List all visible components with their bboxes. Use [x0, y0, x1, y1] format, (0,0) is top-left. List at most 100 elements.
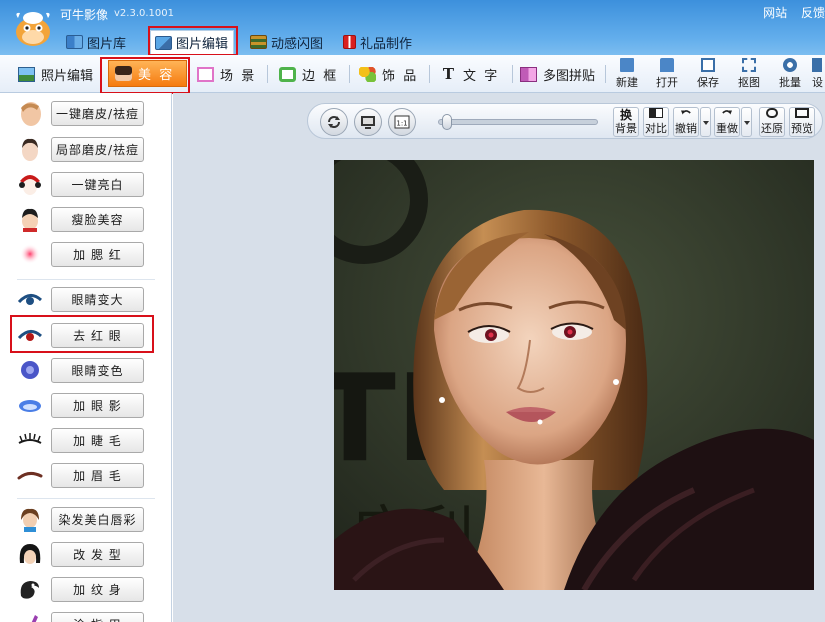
skin-smooth-button[interactable]: 一键磨皮/祛痘 [51, 101, 144, 126]
settings-button[interactable]: 设 [812, 58, 825, 90]
red-eye-icon [17, 330, 43, 341]
tool-row-tattoo: 加 纹 身 [0, 574, 171, 604]
rotate-button[interactable] [320, 108, 348, 136]
tool-row-nail: 涂 指 甲 [0, 609, 171, 622]
subtab-scene[interactable]: 场 景 [197, 63, 254, 85]
eyebrow-button[interactable]: 加 眉 毛 [51, 463, 144, 488]
settings-icon [812, 58, 822, 72]
open-folder-icon [660, 58, 674, 72]
spot-smooth-button[interactable]: 局部磨皮/祛痘 [51, 137, 144, 162]
face-icon [115, 66, 132, 81]
collage-icon [520, 66, 537, 82]
cow-logo-icon [16, 12, 50, 46]
gift-icon [343, 35, 356, 49]
undo-button[interactable]: 撤销 [673, 107, 699, 137]
app-version: v2.3.0.1001 [114, 8, 174, 19]
subtab-photo-edit[interactable]: 照片编辑 [18, 63, 93, 85]
photo-icon [18, 66, 35, 82]
whiten-icon [19, 175, 41, 195]
canvas-area: 1:1 换 背景 对比 撤销 重做 还原 预览 [173, 93, 825, 622]
eye-color-icon [21, 361, 39, 379]
hairstyle-icon [19, 544, 41, 564]
restore-icon [766, 108, 778, 118]
skin-smooth-icon [21, 102, 41, 126]
tool-row-eyebrow: 加 眉 毛 [0, 460, 171, 490]
enlarge-eye-button[interactable]: 眼睛变大 [51, 287, 144, 312]
blush-button[interactable]: 加 腮 红 [51, 242, 144, 267]
subtab-text[interactable]: T 文 字 [440, 63, 497, 85]
redo-dropdown-arrow[interactable] [741, 107, 752, 137]
tool-row-hair-dye: 染发美白唇彩 [0, 504, 171, 534]
rotate-icon [328, 116, 340, 128]
one-to-one-label: 1:1 [396, 120, 407, 128]
tool-row-slim-face: 瘦脸美容 [0, 204, 171, 234]
frame-icon [279, 66, 296, 82]
tool-row-red-eye: 去 红 眼 [0, 320, 171, 350]
top-links: 网站 反馈 [753, 4, 825, 21]
hair-dye-button[interactable]: 染发美白唇彩 [51, 507, 144, 532]
subtab-ornament[interactable]: 饰 品 [359, 63, 416, 85]
eye-shadow-button[interactable]: 加 眼 影 [51, 393, 144, 418]
undo-icon [681, 110, 691, 115]
tool-row-eye-color: 眼睛变色 [0, 355, 171, 385]
restore-button[interactable]: 还原 [759, 107, 785, 137]
hairstyle-button[interactable]: 改 发 型 [51, 542, 144, 567]
whiten-button[interactable]: 一键亮白 [51, 172, 144, 197]
eye-color-button[interactable]: 眼睛变色 [51, 358, 144, 383]
batch-gear-icon [783, 58, 797, 72]
compare-icon [649, 108, 663, 118]
tab-animated-gif[interactable]: 动感闪图 [250, 30, 323, 54]
zoom-slider[interactable] [438, 114, 598, 130]
tattoo-button[interactable]: 加 纹 身 [51, 577, 144, 602]
ornament-icon [359, 66, 376, 82]
subtab-beauty[interactable]: 美 容 [108, 60, 188, 87]
image-edit-icon [155, 35, 172, 50]
compare-button[interactable]: 对比 [643, 107, 669, 137]
tool-row-eye-shadow: 加 眼 影 [0, 390, 171, 420]
tattoo-icon [20, 581, 39, 599]
eyebrow-icon [17, 471, 43, 480]
batch-button[interactable]: 批量 [774, 58, 806, 90]
save-icon [701, 58, 715, 72]
edited-photo[interactable]: TLE 宝利 [334, 160, 814, 590]
title-bar: 可牛影像 v2.3.0.1001 网站 反馈 图片库 图片编辑 动感闪图 礼品制… [0, 0, 825, 56]
new-file-icon [620, 58, 634, 72]
scene-icon [197, 66, 214, 82]
slim-face-button[interactable]: 瘦脸美容 [51, 207, 144, 232]
eye-shadow-icon [19, 400, 41, 412]
save-button[interactable]: 保存 [692, 58, 724, 90]
tab-picture-edit[interactable]: 图片编辑 [150, 30, 235, 54]
actual-size-button[interactable]: 1:1 [388, 108, 416, 136]
fit-screen-button[interactable] [354, 108, 382, 136]
tool-row-eyelash: 加 睫 毛 [0, 425, 171, 455]
nail-icon [31, 615, 38, 622]
website-link[interactable]: 网站 [763, 6, 787, 20]
tool-row-blush: 加 腮 红 [0, 239, 171, 269]
sub-toolbar: 照片编辑 美 容 场 景 边 框 饰 品 T 文 字 多图拼贴 新建 打开 保存 [0, 55, 825, 94]
tab-picture-library[interactable]: 图片库 [66, 30, 126, 54]
preview-button[interactable]: 预览 [789, 107, 815, 137]
cutout-button[interactable]: 抠图 [733, 58, 765, 90]
nail-button[interactable]: 涂 指 甲 [51, 612, 144, 622]
grid-icon [66, 35, 83, 49]
feedback-link[interactable]: 反馈 [801, 6, 825, 20]
undo-dropdown-arrow[interactable] [700, 107, 711, 137]
subtab-frame[interactable]: 边 框 [279, 63, 336, 85]
view-toolbar: 1:1 换 背景 对比 撤销 重做 还原 预览 [307, 103, 823, 139]
tool-row-enlarge-eye: 眼睛变大 [0, 284, 171, 314]
eyelash-icon [18, 433, 42, 444]
change-background-button[interactable]: 换 背景 [613, 107, 639, 137]
tab-gift-making[interactable]: 礼品制作 [343, 30, 412, 54]
subtab-collage[interactable]: 多图拼贴 [520, 63, 595, 85]
zoom-slider-handle[interactable] [442, 114, 452, 130]
tool-row-whiten: 一键亮白 [0, 169, 171, 199]
eyelash-button[interactable]: 加 睫 毛 [51, 428, 144, 453]
film-strip-icon [250, 35, 267, 49]
text-icon: T [442, 64, 455, 83]
red-eye-button[interactable]: 去 红 眼 [51, 323, 144, 348]
open-button[interactable]: 打开 [651, 58, 683, 90]
new-button[interactable]: 新建 [611, 58, 643, 90]
slim-face-icon [22, 208, 38, 232]
tool-row-skin-smooth: 一键磨皮/祛痘 [0, 98, 171, 128]
redo-button[interactable]: 重做 [714, 107, 740, 137]
